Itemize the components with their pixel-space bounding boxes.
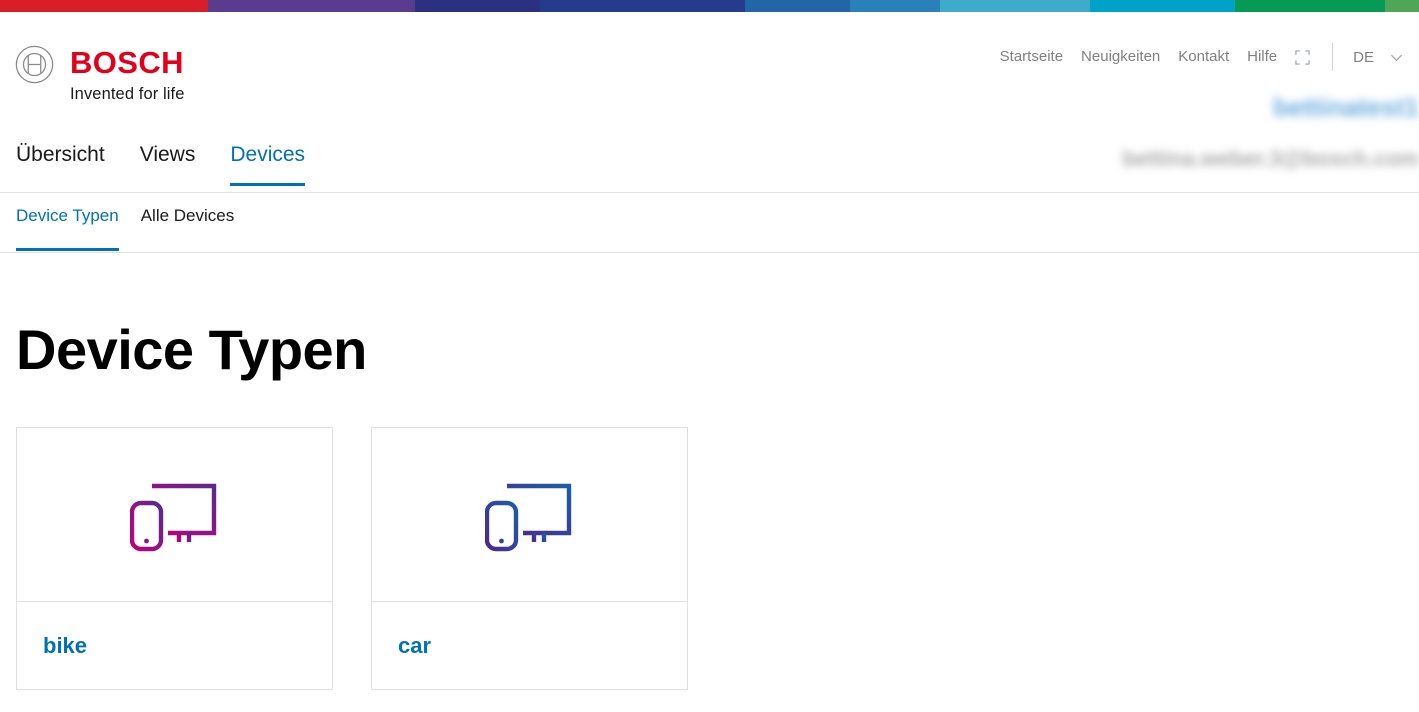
tab-uebersicht[interactable]: Übersicht — [16, 131, 105, 186]
tab-views[interactable]: Views — [140, 131, 196, 186]
bosch-anchor-icon — [15, 45, 54, 84]
devices-monitor-smartphone-icon — [130, 476, 220, 554]
device-type-card-bike[interactable]: bike — [16, 427, 333, 690]
supergraphic-segment-8 — [1235, 0, 1385, 12]
tab-alle-devices[interactable]: Alle Devices — [141, 193, 235, 251]
primary-tab-bar: Übersicht Views Devices — [0, 131, 1419, 193]
meta-link-startseite[interactable]: Startseite — [1000, 47, 1063, 67]
page-title: Device Typen — [16, 318, 1419, 382]
secondary-tab-bar: Device Typen Alle Devices — [0, 193, 1419, 253]
bosch-logo[interactable]: BOSCH Invented for life — [15, 45, 185, 105]
meta-link-hilfe[interactable]: Hilfe — [1247, 47, 1277, 67]
tab-device-typen[interactable]: Device Typen — [16, 193, 119, 251]
devices-monitor-smartphone-icon — [485, 476, 575, 554]
supergraphic-segment-0 — [0, 0, 208, 12]
page-header: BOSCH Invented for life Startseite Neuig… — [0, 12, 1419, 131]
tab-devices[interactable]: Devices — [230, 131, 305, 186]
supergraphic-segment-4 — [745, 0, 850, 12]
supergraphic-segment-3 — [540, 0, 745, 12]
bosch-supergraphic — [0, 0, 1419, 12]
chevron-down-icon — [1390, 51, 1403, 64]
card-media — [17, 428, 332, 602]
card-label-car: car — [398, 632, 431, 660]
meta-link-kontakt[interactable]: Kontakt — [1178, 47, 1229, 67]
meta-divider — [1332, 43, 1333, 71]
card-media — [372, 428, 687, 602]
language-value: DE — [1353, 49, 1374, 66]
device-type-card-grid: bike — [16, 427, 1419, 690]
supergraphic-segment-2 — [415, 0, 540, 12]
supergraphic-segment-1 — [208, 0, 415, 12]
device-type-card-car[interactable]: car — [371, 427, 688, 690]
supergraphic-segment-6 — [940, 0, 1090, 12]
language-selector[interactable]: DE — [1353, 49, 1403, 66]
card-body: car — [372, 602, 687, 689]
card-label-bike: bike — [43, 632, 87, 660]
meta-navigation: Startseite Neuigkeiten Kontakt Hilfe DE — [1000, 44, 1403, 70]
supergraphic-segment-9 — [1385, 0, 1419, 12]
supergraphic-segment-7 — [1090, 0, 1235, 12]
fullscreen-icon[interactable] — [1295, 50, 1310, 65]
meta-link-neuigkeiten[interactable]: Neuigkeiten — [1081, 47, 1160, 67]
bosch-wordmark: BOSCH — [70, 46, 185, 79]
bosch-claim: Invented for life — [70, 83, 185, 105]
supergraphic-segment-5 — [850, 0, 940, 12]
user-name: bettinatest1 — [1273, 92, 1419, 123]
card-body: bike — [17, 602, 332, 689]
